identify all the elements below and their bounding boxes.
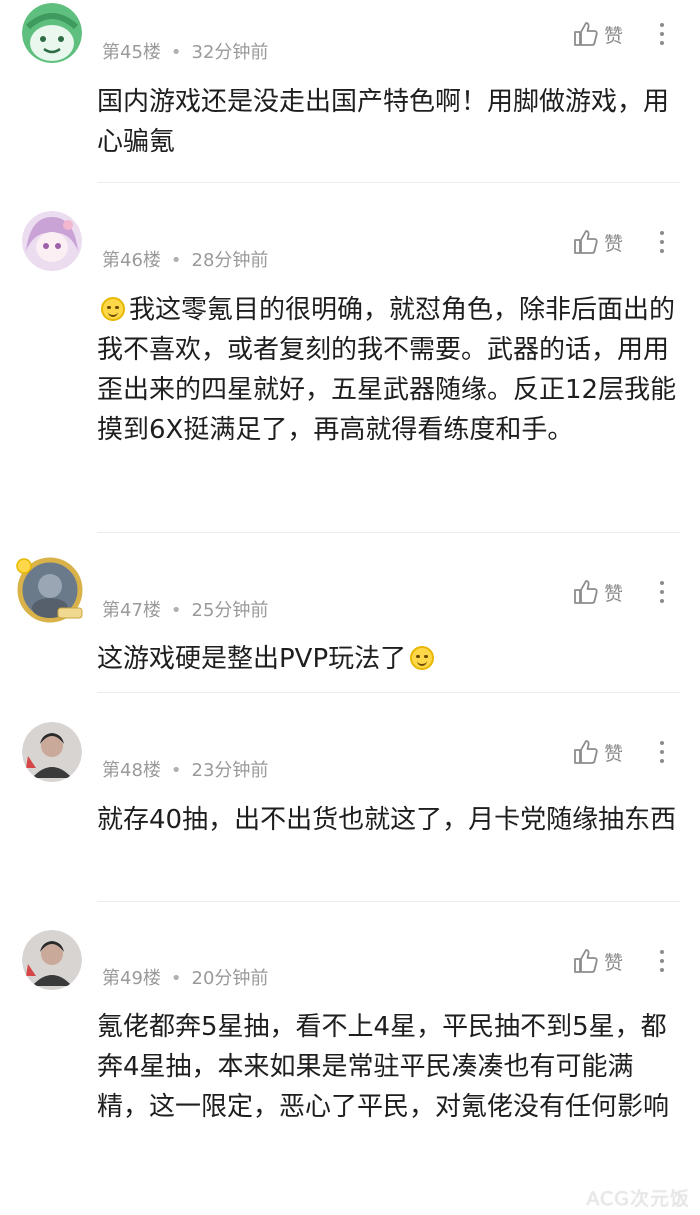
comment-text: 我这零氪目的很明确，就怼角色，除非后面出的我不喜欢，或者复刻的我不需要。武器的话… (97, 290, 682, 450)
separator-dot: • (170, 968, 182, 989)
comment-text: 国内游戏还是没走出国产特色啊！用脚做游戏，用心骗氪 (97, 87, 670, 157)
timestamp: 32分钟前 (191, 42, 269, 63)
avatar[interactable] (22, 930, 82, 990)
person-photo-avatar-icon (22, 722, 82, 782)
timestamp: 25分钟前 (191, 600, 269, 621)
floor-number: 第45楼 (102, 42, 161, 63)
thumbs-up-icon (574, 230, 598, 254)
thumbs-up-icon (574, 22, 598, 46)
comment-meta: 第49楼 • 20分钟前 (102, 964, 268, 990)
floor-number: 第46楼 (102, 250, 161, 271)
comment-text: 这游戏硬是整出PVP玩法了 (97, 639, 682, 679)
separator-dot: • (170, 42, 182, 63)
like-label: 赞 (604, 24, 624, 47)
timestamp: 28分钟前 (191, 250, 269, 271)
comment-body: 这游戏硬是整出PVP玩法了 (97, 644, 407, 674)
smile-emoji-icon (101, 297, 125, 321)
comment-meta: 第47楼 • 25分钟前 (102, 596, 268, 622)
anime-girl-avatar-icon (22, 211, 82, 271)
like-button[interactable]: 赞 (570, 225, 623, 259)
like-label: 赞 (604, 742, 624, 765)
separator-dot: • (170, 600, 182, 621)
thumbs-up-icon (574, 949, 598, 973)
avatar[interactable] (22, 211, 82, 271)
comment-text: 就存40抽，出不出货也就这了，月卡党随缘抽东西 (97, 805, 677, 835)
comment-text: 氪佬都奔5星抽，看不上4星，平民抽不到5星，都奔4星抽，本来如果是常驻平民凑凑也… (97, 1012, 670, 1122)
more-options-icon[interactable] (652, 735, 672, 769)
green-face-avatar-icon (22, 3, 82, 63)
more-options-icon[interactable] (652, 225, 672, 259)
smile-emoji-icon (410, 646, 435, 670)
watermark: ACG次元饭 (586, 1188, 690, 1210)
divider (97, 532, 680, 533)
floor-number: 第47楼 (102, 600, 161, 621)
floor-number: 第49楼 (102, 968, 161, 989)
like-label: 赞 (604, 951, 624, 974)
floor-number: 第48楼 (102, 760, 161, 781)
like-label: 赞 (604, 232, 624, 255)
comment-meta: 第48楼 • 23分钟前 (102, 756, 268, 782)
timestamp: 23分钟前 (191, 760, 269, 781)
comment-meta: 第46楼 • 28分钟前 (102, 246, 268, 272)
separator-dot: • (170, 760, 182, 781)
like-button[interactable]: 赞 (570, 735, 623, 769)
avatar[interactable] (22, 722, 82, 782)
timestamp: 20分钟前 (191, 968, 269, 989)
avatar[interactable] (16, 557, 83, 623)
divider (97, 692, 680, 693)
like-button[interactable]: 赞 (570, 944, 623, 978)
divider (97, 182, 680, 183)
comment-meta: 第45楼 • 32分钟前 (102, 38, 268, 64)
like-button[interactable]: 赞 (570, 575, 623, 609)
thumbs-up-icon (574, 580, 598, 604)
divider (97, 901, 680, 902)
thumbs-up-icon (574, 740, 598, 764)
comment-body: 我这零氪目的很明确，就怼角色，除非后面出的我不喜欢，或者复刻的我不需要。武器的话… (97, 295, 677, 445)
more-options-icon[interactable] (652, 17, 672, 51)
person-photo-avatar-icon (22, 930, 82, 990)
like-label: 赞 (604, 582, 624, 605)
separator-dot: • (170, 250, 182, 271)
more-options-icon[interactable] (652, 944, 672, 978)
avatar[interactable] (22, 3, 82, 63)
like-button[interactable]: 赞 (570, 17, 623, 51)
more-options-icon[interactable] (652, 575, 672, 609)
badge-framed-avatar-icon (16, 557, 83, 623)
